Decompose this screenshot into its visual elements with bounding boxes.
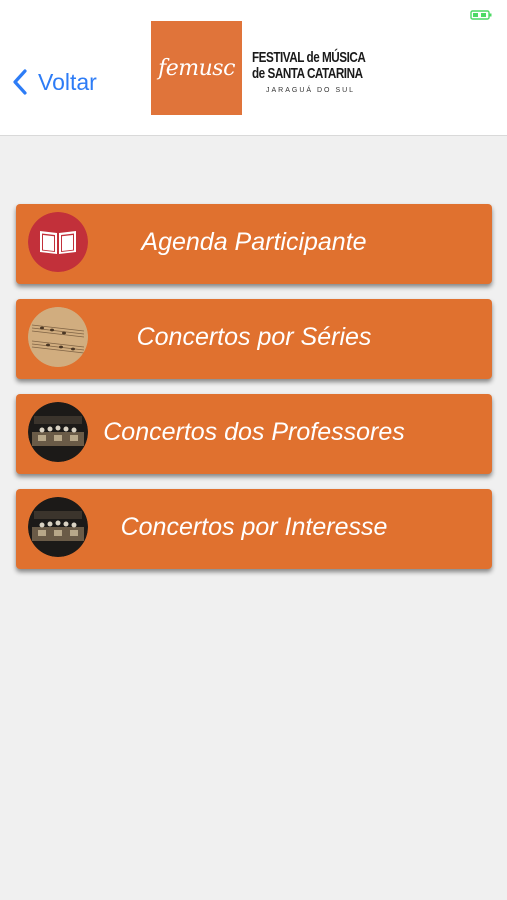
logo-line-2: de SANTA CATARINA bbox=[252, 65, 363, 82]
battery-icon bbox=[470, 10, 492, 20]
logo-line-1: FESTIVAL de MÚSICA bbox=[252, 49, 366, 66]
logo-text: femusc bbox=[158, 55, 235, 81]
menu-label: Concertos por Séries bbox=[136, 322, 372, 351]
main-menu: Agenda Participante Concertos por Séries… bbox=[16, 204, 492, 584]
agenda-participante-button[interactable]: Agenda Participante bbox=[16, 204, 492, 284]
festival-logo-text: FESTIVAL de MÚSICA de SANTA CATARINA JAR… bbox=[252, 49, 366, 102]
chevron-left-icon bbox=[13, 69, 27, 95]
femusc-logo: femusc bbox=[151, 21, 242, 115]
menu-label: Concertos por Interesse bbox=[120, 512, 388, 541]
concertos-dos-professores-button[interactable]: Concertos dos Professores bbox=[16, 394, 492, 474]
concertos-por-interesse-button[interactable]: Concertos por Interesse bbox=[16, 489, 492, 569]
back-label: Voltar bbox=[38, 68, 97, 95]
concertos-por-series-button[interactable]: Concertos por Séries bbox=[16, 299, 492, 379]
menu-label: Agenda Participante bbox=[141, 227, 367, 256]
menu-label: Concertos dos Professores bbox=[103, 417, 405, 446]
logo-line-3: JARAGUÁ DO SUL bbox=[266, 87, 356, 94]
back-button[interactable]: Voltar bbox=[10, 64, 97, 100]
header-bar: Voltar femusc FESTIVAL de MÚSICA de SANT… bbox=[0, 0, 507, 136]
